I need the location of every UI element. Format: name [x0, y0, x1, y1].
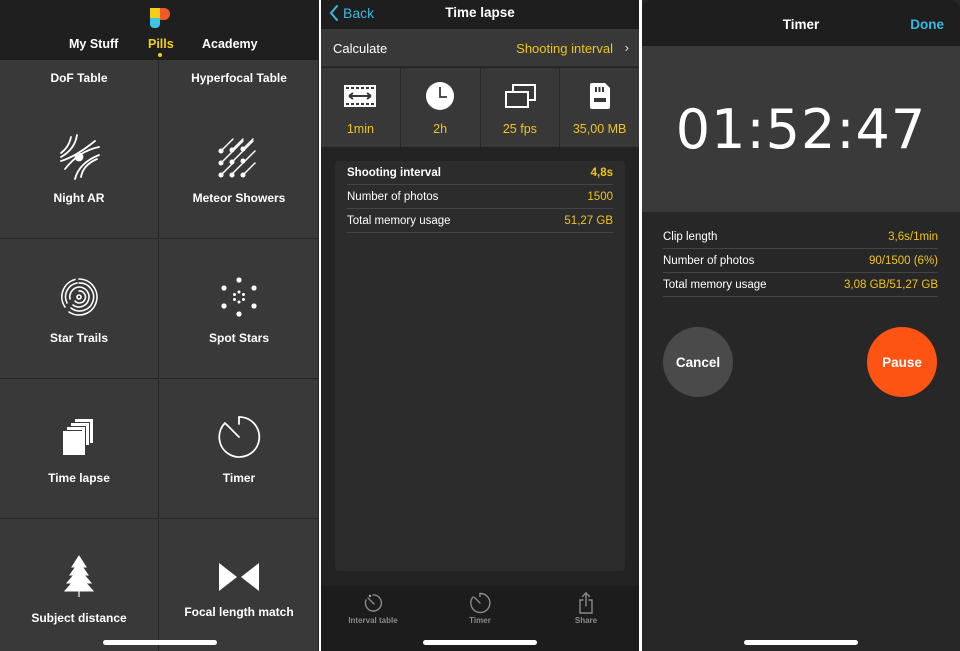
- star-trails-icon: [61, 278, 98, 316]
- tab-pills[interactable]: Pills: [148, 37, 174, 51]
- tile-meteor-showers[interactable]: Meteor Showers: [160, 100, 319, 239]
- done-button[interactable]: Done: [910, 17, 944, 32]
- result-value: 4,8s: [590, 167, 613, 179]
- result-value: 90/1500 (6%): [868, 255, 938, 267]
- home-indicator[interactable]: [103, 640, 217, 645]
- interval-table-button[interactable]: Interval table: [333, 592, 413, 625]
- result-value: 1500: [587, 191, 613, 203]
- bowtie-icon: [219, 563, 259, 591]
- tile-star-trails[interactable]: Star Trails: [0, 240, 159, 379]
- share-icon: [579, 592, 593, 614]
- spot-stars-icon: [221, 277, 257, 317]
- result-value: 3,6s/1min: [888, 231, 938, 243]
- result-row: Total memory usage 51,27 GB: [347, 209, 613, 233]
- tab-my-stuff[interactable]: My Stuff: [69, 37, 118, 51]
- timer-result-row: Number of photos 90/1500 (6%): [663, 249, 938, 273]
- tile-spot-stars[interactable]: Spot Stars: [160, 240, 319, 379]
- calculate-selector[interactable]: Calculate Shooting interval ›: [321, 29, 639, 67]
- result-label: Number of photos: [663, 255, 755, 267]
- tile-label: Night AR: [53, 191, 105, 205]
- result-label: Number of photos: [347, 191, 439, 203]
- result-row: Number of photos 1500: [347, 185, 613, 209]
- clock-icon: [426, 82, 455, 110]
- result-label: Total memory usage: [663, 279, 767, 291]
- tile-night-ar[interactable]: Night AR: [0, 100, 159, 239]
- calculate-label: Calculate: [333, 41, 388, 56]
- tile-subject-distance[interactable]: Subject distance: [0, 520, 159, 651]
- timer-icon: [218, 416, 261, 458]
- tile-label: Time lapse: [48, 471, 110, 485]
- tree-icon: [63, 555, 95, 597]
- timer-nav-bar: Timer Done: [642, 0, 960, 46]
- result-label: Total memory usage: [347, 215, 451, 227]
- top-header: My Stuff Pills Academy: [0, 0, 319, 60]
- home-indicator[interactable]: [744, 640, 858, 645]
- result-row: Shooting interval 4,8s: [347, 161, 613, 185]
- nav-bar: Back Time lapse: [321, 0, 639, 29]
- night-ar-icon: [60, 134, 100, 180]
- tab-academy[interactable]: Academy: [202, 37, 258, 51]
- parameters-row: 1min 2h 25 fps 35,00 MB: [321, 68, 639, 147]
- timer-icon: [470, 592, 491, 614]
- sd-card-icon: [589, 83, 610, 109]
- calculate-value: Shooting interval: [516, 41, 613, 56]
- param-value: 25 fps: [502, 122, 537, 136]
- interval-table-icon: [364, 594, 383, 612]
- param-value: 1min: [346, 122, 374, 136]
- page-title: Time lapse: [445, 5, 515, 20]
- time-lapse-screen: Back Time lapse Calculate Shooting inter…: [321, 0, 639, 651]
- film-length-icon: [344, 85, 377, 107]
- active-tab-indicator: [158, 53, 162, 57]
- results-card: Shooting interval 4,8s Number of photos …: [335, 161, 625, 571]
- tile-label: Star Trails: [49, 331, 109, 345]
- timer-screen: Timer Done 01:52:47 Clip length 3,6s/1mi…: [642, 0, 960, 651]
- pause-button[interactable]: Pause: [867, 327, 937, 397]
- tile-label: Spot Stars: [208, 331, 269, 345]
- share-button[interactable]: Share: [546, 592, 626, 625]
- pills-screen: DoF Table Hyperfocal Table Night AR Mete…: [0, 0, 319, 651]
- cancel-button[interactable]: Cancel: [663, 327, 733, 397]
- result-label: Clip length: [663, 231, 718, 243]
- timer-label: Timer: [469, 616, 491, 625]
- countdown-clock: 01:52:47: [675, 98, 927, 161]
- app-logo-icon: [150, 8, 170, 28]
- tile-label: Hyperfocal Table: [191, 71, 287, 85]
- param-duration[interactable]: 2h: [401, 68, 481, 147]
- tile-focal-length-match[interactable]: Focal length match: [160, 520, 319, 651]
- result-value: 51,27 GB: [564, 215, 613, 227]
- countdown-area: 01:52:47: [642, 46, 960, 212]
- time-lapse-icon: [63, 419, 93, 455]
- tile-timer[interactable]: Timer: [160, 380, 319, 519]
- param-clip-length[interactable]: 1min: [321, 68, 401, 147]
- timer-result-row: Total memory usage 3,08 GB/51,27 GB: [663, 273, 938, 297]
- home-indicator[interactable]: [423, 640, 537, 645]
- param-frame-rate[interactable]: 25 fps: [481, 68, 561, 147]
- tile-label: DoF Table: [50, 71, 108, 85]
- result-label: Shooting interval: [347, 167, 441, 179]
- chevron-right-icon: ›: [624, 40, 629, 55]
- param-file-size[interactable]: 35,00 MB: [560, 68, 639, 147]
- tile-time-lapse[interactable]: Time lapse: [0, 380, 159, 519]
- timer-button[interactable]: Timer: [440, 592, 520, 625]
- tile-label: Timer: [222, 471, 256, 485]
- share-label: Share: [574, 616, 598, 625]
- tile-label: Subject distance: [31, 611, 127, 625]
- meteor-showers-icon: [218, 138, 256, 178]
- tile-label: Focal length match: [184, 605, 294, 619]
- tile-label: Meteor Showers: [192, 191, 286, 205]
- interval-table-label: Interval table: [348, 616, 398, 625]
- frames-icon: [504, 84, 536, 108]
- param-value: 35,00 MB: [572, 122, 627, 136]
- param-value: 2h: [433, 122, 448, 136]
- timer-result-row: Clip length 3,6s/1min: [663, 225, 938, 249]
- result-value: 3,08 GB/51,27 GB: [844, 279, 938, 291]
